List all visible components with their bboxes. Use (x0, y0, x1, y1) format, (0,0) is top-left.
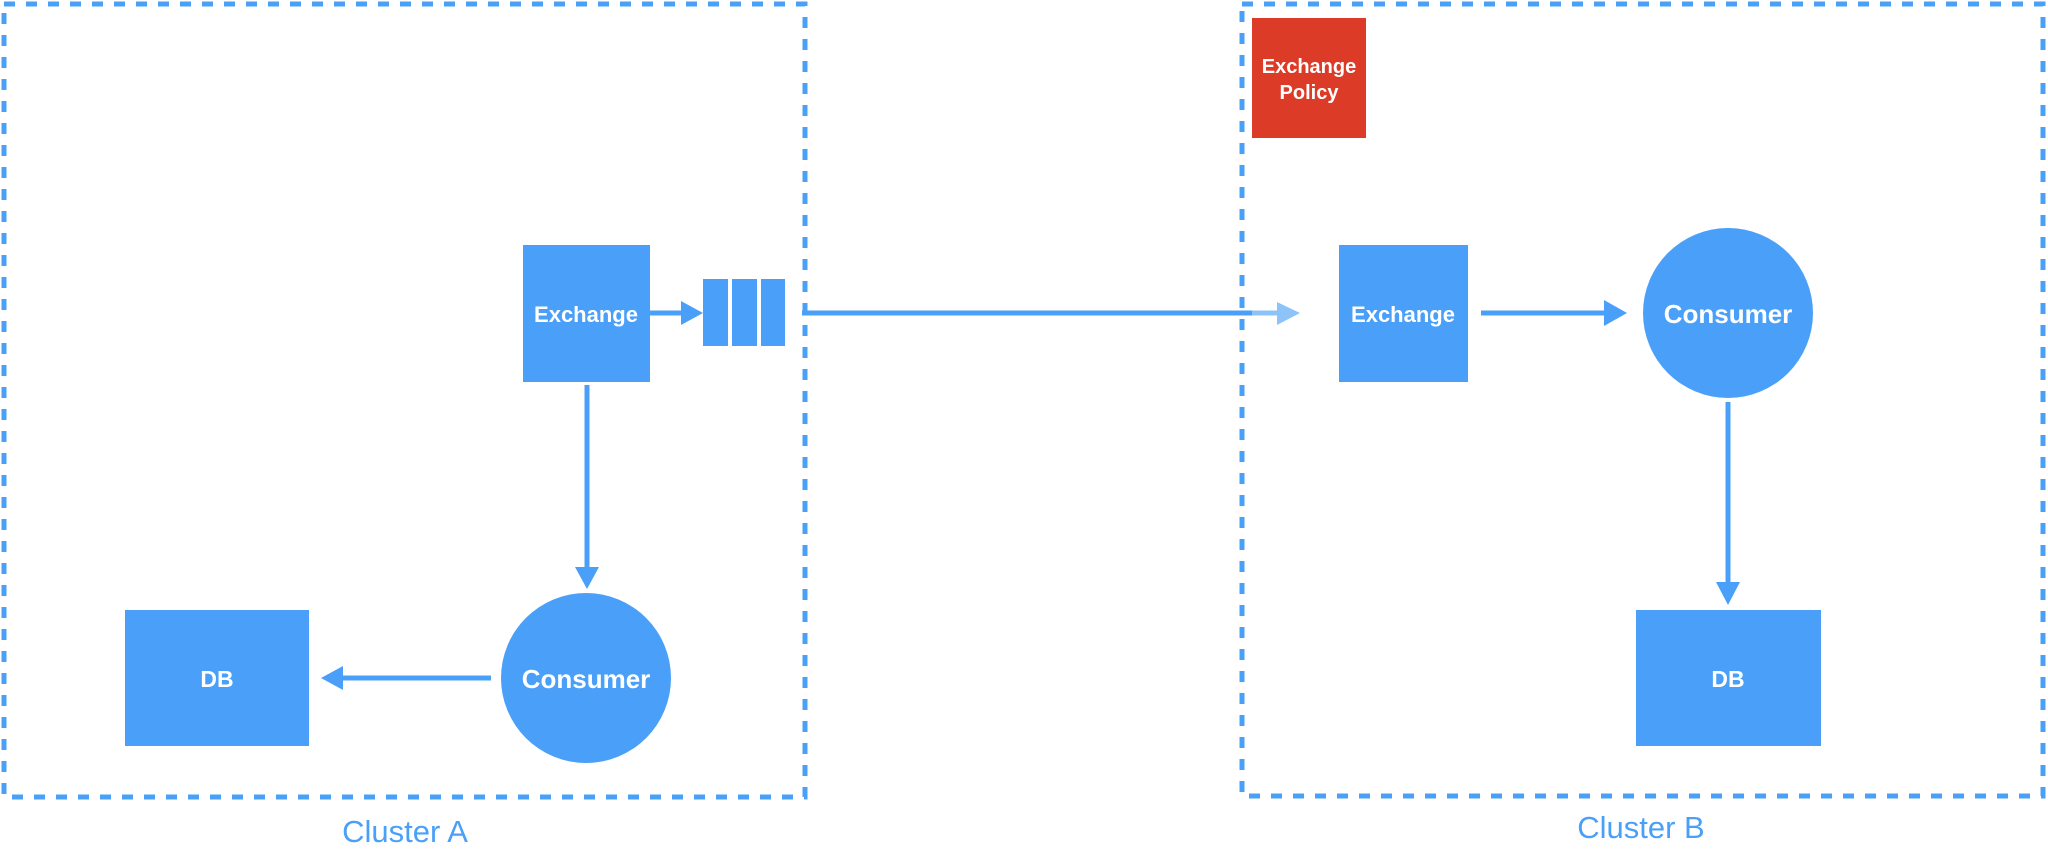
db-a-label: DB (200, 666, 233, 692)
db-b-label: DB (1711, 666, 1744, 692)
cluster-b: Cluster B Exchange Policy Exchange Consu… (1239, 1, 2046, 845)
exchange-a-label: Exchange (534, 302, 638, 327)
consumer-a-label: Consumer (522, 664, 651, 694)
federation-link-arrowhead (1277, 302, 1300, 325)
diagram-canvas: Cluster A Exchange Consumer DB Cluster B… (1, 1, 2046, 849)
consumer-b-label: Consumer (1664, 299, 1793, 329)
consumer-a-node[interactable]: Consumer (501, 593, 671, 763)
queue-segment (761, 279, 785, 346)
db-b-node[interactable]: DB (1636, 610, 1821, 746)
consumer-b-node[interactable]: Consumer (1643, 228, 1813, 398)
exchange-a-node[interactable]: Exchange (523, 245, 650, 382)
exchange-policy-label-line1: Exchange (1262, 56, 1356, 78)
edge-exchange-a-to-consumer-a (575, 385, 599, 589)
cluster-a: Cluster A Exchange Consumer DB (1, 1, 808, 849)
cluster-a-label: Cluster A (342, 814, 468, 849)
exchange-policy-label-line2: Policy (1280, 82, 1340, 104)
cluster-b-label: Cluster B (1577, 810, 1704, 845)
edge-queue-a-to-exchange-b (802, 302, 1300, 325)
exchange-policy-node[interactable]: Exchange Policy (1252, 18, 1366, 138)
db-a-node[interactable]: DB (125, 610, 309, 746)
edge-consumer-b-to-db-b (1716, 402, 1740, 605)
edge-exchange-b-to-consumer-b (1481, 300, 1627, 326)
exchange-b-label: Exchange (1351, 302, 1455, 327)
queue-segment (703, 279, 728, 346)
queue-segment (732, 279, 757, 346)
exchange-b-node[interactable]: Exchange (1339, 245, 1468, 382)
edge-consumer-a-to-db-a (321, 666, 491, 690)
queue-a[interactable] (703, 279, 785, 346)
exchange-policy-box (1252, 18, 1366, 138)
edge-exchange-a-to-queue (650, 301, 703, 325)
